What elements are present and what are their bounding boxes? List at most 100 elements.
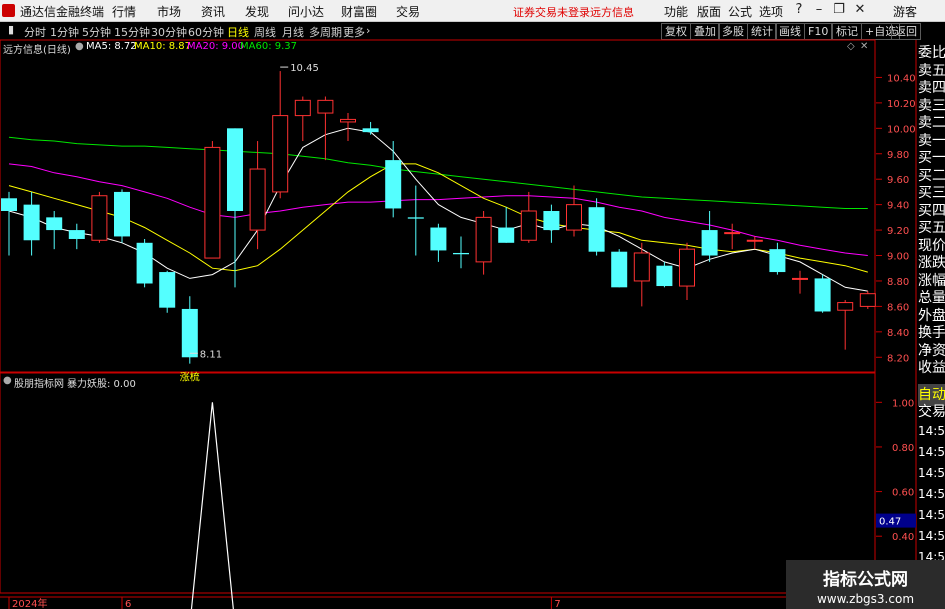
period-15min[interactable]: 15分钟 [114,24,150,40]
menu-trade[interactable]: 交易 [396,3,420,20]
menu-options[interactable]: 选项 [759,3,783,20]
f10-button[interactable]: F10 [804,23,833,40]
menu-toggle-icon[interactable]: ▮ [8,23,14,36]
candle-body-up [204,146,221,259]
minimize-icon[interactable]: – [810,1,828,19]
overlay-button[interactable]: 叠加 [690,23,720,40]
menu-news[interactable]: 资讯 [201,3,225,20]
sidebar-item: 总量 [918,290,945,306]
period-5min[interactable]: 5分钟 [82,24,111,40]
trade-time-item: 14:56 [918,424,945,438]
close-icon[interactable]: ✕ [851,1,869,19]
period-1min[interactable]: 1分钟 [50,24,79,40]
chevron-right-icon[interactable]: › [366,24,370,37]
candle-body-down [114,191,130,237]
period-daily[interactable]: 日线 [227,24,249,40]
price-tick-label: 10.00 [887,124,916,135]
candle-body-down [1,198,17,211]
price-tick-label: 10.40 [887,73,916,84]
panel-close-icon[interactable]: ✕ [860,41,868,55]
indicator-settings-icon[interactable]: ● [3,375,12,389]
indicator-line [190,402,234,609]
menu-discover[interactable]: 发现 [245,3,269,20]
candle-body-up [340,118,356,123]
ma20-line [8,163,868,256]
indicator-tick-label: 0.40 [892,532,914,543]
period-weekly[interactable]: 周线 [254,24,276,40]
ma5-label: MA5: 8.72 [86,41,137,52]
period-toolbar: ▮ 分时 1分钟 5分钟 15分钟 30分钟 60分钟 日线 周线 月线 多周期… [0,22,945,40]
menu-market-quotes[interactable]: 行情 [112,3,136,20]
candle-body-down [46,217,63,231]
menu-ask[interactable]: 问小达 [288,3,324,20]
indicator-tick-label: 0.60 [892,488,914,499]
period-multi[interactable]: 多周期 [309,24,342,40]
candle-body-down [227,128,243,211]
candle-body-up [633,252,650,282]
trade-time-item: 14:56 [918,445,945,459]
sidebar-item: 现价 [918,237,945,254]
period-30min[interactable]: 30分钟 [151,24,187,40]
sidebar-item: 买三 [918,185,945,201]
candle-body-down [814,278,831,312]
ma60-label: MA60: 9.37 [240,41,298,52]
ma-settings-icon[interactable]: ● [75,41,84,55]
menu-functions[interactable]: 功能 [664,3,688,20]
sidebar-item: 卖四 [918,80,945,96]
ma20-label: MA20: 9.00 [187,41,245,52]
period-more[interactable]: 更多 [343,24,365,40]
period-intraday[interactable]: 分时 [24,24,46,40]
candle-body-up [566,204,582,231]
price-tick-label: 8.40 [887,328,909,339]
sidebar-item: 买四 [918,202,945,219]
menu-layout[interactable]: 版面 [697,3,721,20]
guest-label[interactable]: 游客 [893,3,917,20]
menu-market[interactable]: 市场 [157,3,181,20]
trade-time-item: 14:56 [918,487,945,501]
trade-time-item: 14:56 [918,508,945,522]
candle-body-up [317,99,334,114]
diamond-icon[interactable]: ◇ [847,41,855,55]
menu-bar: 通达信金融终端 行情 市场 资讯 发现 问小达 财富圈 交易 证券交易未登录 远… [0,0,945,22]
indicator-highlight-box [876,513,916,528]
indicator-highlight-label: 0.47 [879,517,901,528]
time-tick-label: 7 [554,599,560,609]
adjust-button[interactable]: 复权 [661,23,691,40]
sidebar-item: 买一 [918,150,945,166]
ma10-line [8,163,868,273]
login-status[interactable]: 证券交易未登录 [513,4,590,20]
restore-icon[interactable]: ❐ [830,1,848,19]
price-tick-label: 9.80 [887,150,909,161]
price-tick-label: 8.60 [887,302,909,313]
period-60min[interactable]: 60分钟 [188,24,224,40]
candle-body-down [701,230,718,256]
price-tick-label: 8.20 [887,353,909,364]
mark-button[interactable]: 标记 [832,23,862,40]
candle-body-down [23,204,40,241]
ma10-label: MA10: 8.87 [134,41,192,52]
extreme-price-label: 8.11 [200,349,222,360]
candle-body-up [724,232,741,235]
candle-body-up [91,195,108,241]
multi-stock-button[interactable]: 多股 [718,23,748,40]
back-button[interactable]: 返回 [891,23,921,40]
menu-wealth-circle[interactable]: 财富圈 [341,3,377,20]
indicator-frame [0,372,876,594]
candle-body-up [679,248,695,287]
candle-body-down [159,272,176,308]
sidebar-item: 换手 [918,325,945,341]
site-watermark: 指标公式网 www.zbgs3.com [786,560,945,609]
period-monthly[interactable]: 月线 [282,24,304,40]
candle-body-down [407,217,424,219]
candle-body-up [272,115,289,193]
help-icon[interactable]: ? [790,1,808,19]
draw-line-button[interactable]: 画线 [775,23,805,40]
candle-body-up [475,216,492,263]
candle-body-down [136,242,153,284]
menu-formula[interactable]: 公式 [728,3,752,20]
time-tick-label: 2024年 [12,597,47,609]
statistics-button[interactable]: 统计 [747,23,777,40]
candle-body-down [430,227,447,251]
price-tick-label: 8.80 [887,277,909,288]
candle-body-up [520,210,537,241]
